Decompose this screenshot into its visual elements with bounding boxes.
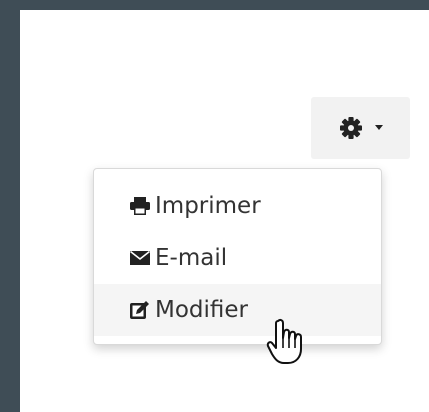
menu-item-print[interactable]: Imprimer: [94, 180, 381, 232]
actions-dropdown-button[interactable]: [311, 97, 410, 159]
menu-item-edit[interactable]: Modifier: [94, 284, 381, 336]
menu-item-label: Imprimer: [155, 193, 261, 219]
caret-down-icon: [374, 124, 384, 132]
menu-item-email[interactable]: E-mail: [94, 232, 381, 284]
menu-item-label: E-mail: [155, 245, 228, 271]
envelope-icon: [129, 250, 151, 266]
menu-item-label: Modifier: [155, 297, 248, 323]
actions-dropdown-menu: Imprimer E-mail Modifier: [93, 168, 382, 345]
edit-icon: [129, 300, 151, 320]
print-icon: [129, 196, 151, 216]
gear-icon: [338, 114, 374, 142]
